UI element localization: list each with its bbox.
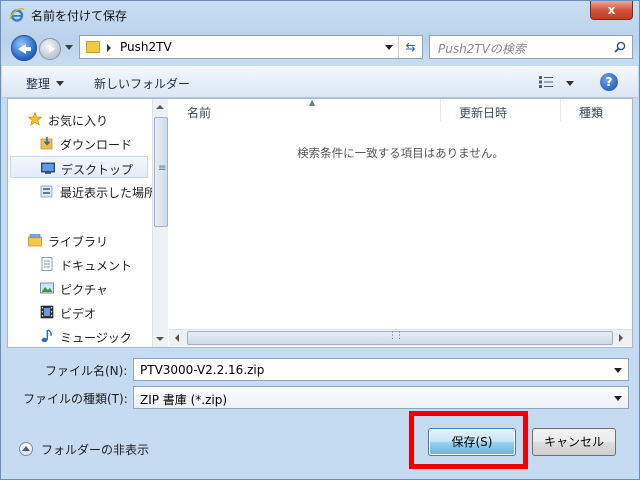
browser-panes: お気に入り ダウンロード デスクトップ 最近表示した場所 ライブラリ ドキュメン… [7, 98, 633, 348]
filename-dropdown-icon[interactable] [614, 368, 622, 373]
nav-favorites-label: お気に入り [48, 114, 109, 128]
horizontal-scrollbar[interactable] [169, 329, 632, 346]
nav-item-pictures[interactable]: ピクチャ [8, 277, 156, 299]
desktop-icon [41, 162, 55, 174]
nav-item-music[interactable]: ミュージック [8, 325, 156, 347]
close-button[interactable]: x [590, 1, 633, 20]
nav-libraries[interactable]: ライブラリ [8, 229, 156, 251]
nav-item-label: ピクチャ [60, 283, 108, 297]
refresh-icon[interactable]: ⇆ [398, 36, 422, 58]
save-button[interactable]: 保存(S) [428, 428, 516, 456]
collapse-chevron-up-icon [19, 442, 33, 456]
nav-item-documents[interactable]: ドキュメント [8, 253, 156, 275]
window-title: 名前を付けて保存 [31, 9, 128, 23]
nav-item-videos[interactable]: ビデオ [8, 301, 156, 323]
scrollbar-thumb[interactable] [154, 117, 168, 227]
column-header-label: 名前 [187, 106, 212, 120]
folder-icon [86, 41, 100, 53]
new-folder-button[interactable]: 新しいフォルダー [94, 75, 190, 92]
nav-item-label: ダウンロード [60, 138, 133, 152]
nav-item-label: 最近表示した場所 [60, 186, 157, 200]
nav-item-label: ミュージック [60, 331, 132, 345]
command-bar: 整理 新しいフォルダー ? [2, 66, 638, 98]
internet-explorer-icon [9, 8, 25, 22]
navigation-pane: お気に入り ダウンロード デスクトップ 最近表示した場所 ライブラリ ドキュメン… [8, 99, 168, 347]
scroll-right-icon[interactable] [619, 334, 623, 342]
filetype-select[interactable]: ZIP 書庫 (*.zip) [133, 386, 629, 409]
address-bar[interactable]: Push2TV ⇆ [79, 35, 423, 59]
documents-icon [41, 257, 53, 271]
column-header-type[interactable]: 種類 [561, 99, 632, 121]
nav-item-desktop[interactable]: デスクトップ [10, 156, 148, 178]
save-as-dialog: 名前を付けて保存 x Push2TV ⇆ Push2TVの検索 整理 新しいフォ… [0, 0, 640, 480]
nav-item-label: ビデオ [60, 307, 97, 321]
nav-item-downloads[interactable]: ダウンロード [8, 132, 156, 154]
pictures-icon [40, 282, 54, 294]
filename-label: ファイル名(N): [45, 364, 128, 378]
help-icon[interactable]: ? [600, 73, 618, 91]
music-icon [41, 329, 52, 343]
column-header-name[interactable]: ▲ 名前 [169, 98, 441, 121]
star-icon [28, 112, 42, 126]
scroll-down-icon[interactable] [156, 337, 164, 341]
videos-icon [40, 305, 54, 319]
filetype-label: ファイルの種類(T): [23, 392, 128, 406]
file-list-pane: ▲ 名前 更新日時 種類 検索条件に一致する項目はありません。 [169, 98, 632, 347]
navigation-scrollbar[interactable] [152, 99, 168, 347]
filename-value[interactable]: PTV3000-V2.2.16.zip [140, 363, 264, 377]
search-input[interactable]: Push2TVの検索 [438, 40, 526, 57]
empty-list-message: 検索条件に一致する項目はありません。 [297, 146, 504, 160]
nav-favorites[interactable]: お気に入り [8, 108, 156, 130]
back-button[interactable] [11, 35, 37, 61]
breadcrumb-chevron-icon[interactable] [107, 44, 111, 52]
nav-libraries-label: ライブラリ [48, 235, 109, 249]
filetype-dropdown-icon[interactable] [614, 396, 622, 401]
address-dropdown-icon[interactable] [385, 45, 393, 50]
nav-item-recent-places[interactable]: 最近表示した場所 [8, 180, 156, 202]
sort-ascending-icon: ▲ [309, 98, 316, 107]
libraries-icon [28, 234, 42, 247]
recent-pages-dropdown-icon[interactable] [65, 45, 73, 50]
view-dropdown-icon[interactable] [566, 81, 574, 86]
filename-field[interactable]: PTV3000-V2.2.16.zip [133, 358, 629, 381]
search-icon[interactable] [614, 41, 626, 53]
organize-menu-button[interactable]: 整理 [26, 75, 65, 92]
scroll-left-icon[interactable] [175, 334, 179, 342]
scrollbar-thumb[interactable] [187, 331, 613, 345]
hide-folders-label: フォルダーの非表示 [41, 443, 150, 457]
search-box[interactable]: Push2TVの検索 [429, 35, 633, 59]
forward-button[interactable] [39, 38, 61, 60]
nav-item-label: デスクトップ [61, 163, 134, 177]
column-header-modified[interactable]: 更新日時 [441, 99, 561, 121]
column-header-label: 更新日時 [459, 106, 508, 120]
scroll-up-icon[interactable] [156, 105, 164, 109]
nav-item-label: ドキュメント [60, 259, 133, 273]
view-options-icon[interactable] [539, 76, 553, 88]
column-header-label: 種類 [579, 106, 604, 120]
recent-places-icon [40, 185, 53, 198]
cancel-button[interactable]: キャンセル [532, 428, 616, 456]
breadcrumb-current-folder[interactable]: Push2TV [120, 40, 172, 54]
downloads-folder-icon [40, 137, 53, 150]
title-bar[interactable]: 名前を付けて保存 x [1, 1, 639, 29]
filetype-value: ZIP 書庫 (*.zip) [140, 393, 228, 407]
